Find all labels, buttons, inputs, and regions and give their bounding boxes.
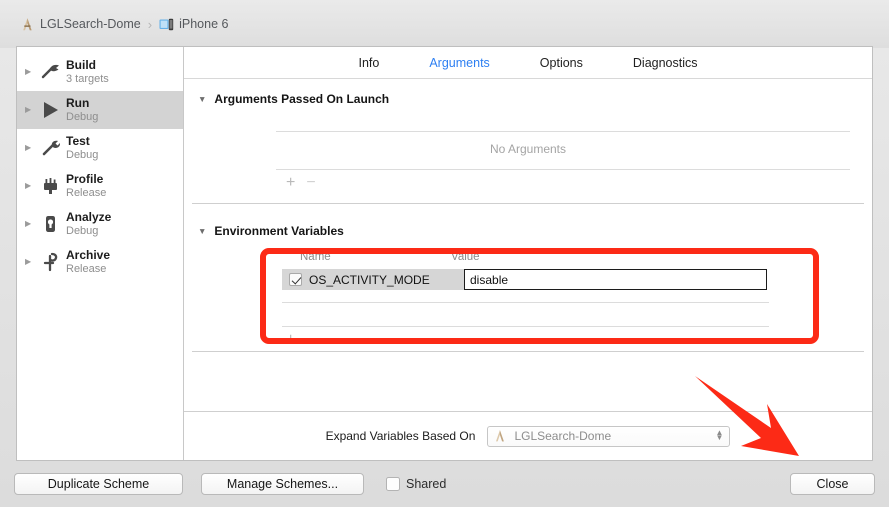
sidebar-item-analyze-subtitle: Debug [66, 225, 99, 238]
disclosure-triangle-icon[interactable]: ▶ [25, 68, 39, 76]
env-enabled-checkbox[interactable] [289, 273, 302, 286]
bottom-button-bar: Duplicate Scheme Manage Schemes... Share… [0, 461, 889, 507]
env-name-cell[interactable]: OS_ACTIVITY_MODE [282, 269, 464, 290]
shared-checkbox-group[interactable]: Shared [386, 477, 446, 491]
disclosure-triangle-icon[interactable]: ▶ [25, 220, 39, 228]
stethoscope-icon [39, 213, 63, 235]
section-divider-rule [192, 203, 864, 204]
sidebar-item-archive-title: Archive [66, 247, 111, 262]
env-column-header-name: Name [300, 251, 331, 263]
env-add-remove-controls: + − [286, 332, 316, 348]
shared-label: Shared [406, 477, 447, 491]
breadcrumb: LGLSearch-Dome › iPhone 6 [20, 17, 228, 32]
environment-section-header[interactable]: ▼ Environment Variables [198, 224, 344, 238]
breadcrumb-device-label: iPhone 6 [179, 17, 229, 31]
disclosure-triangle-icon[interactable]: ▶ [25, 258, 39, 266]
expand-variables-popup-button[interactable]: LGLSearch-Dome ▲ ▼ [487, 425, 731, 447]
gauge-icon [39, 175, 63, 197]
play-icon [39, 99, 63, 121]
environment-section-title: Environment Variables [214, 224, 344, 238]
sidebar-item-archive-subtitle: Release [66, 263, 107, 276]
arguments-table-top-rule [276, 131, 850, 132]
shared-checkbox[interactable] [386, 477, 400, 491]
sidebar-item-run-subtitle: Debug [66, 111, 99, 124]
sidebar-item-archive-text: Archive Release [66, 247, 111, 276]
env-add-button[interactable]: + [286, 332, 295, 348]
wrench-icon [39, 137, 63, 159]
manage-schemes-button[interactable]: Manage Schemes... [201, 473, 364, 495]
scheme-editor-content: Info Arguments Options Diagnostics ▼ Arg… [184, 47, 872, 460]
window-titlebar: LGLSearch-Dome › iPhone 6 [0, 0, 889, 48]
chevron-down-icon: ▼ [715, 433, 724, 442]
tab-info[interactable]: Info [358, 56, 379, 70]
sidebar-item-test-title: Test [66, 133, 90, 148]
xcode-app-icon [20, 17, 35, 32]
env-value-input[interactable]: disable [464, 269, 767, 290]
tab-arguments[interactable]: Arguments [429, 56, 489, 70]
arguments-table-bottom-rule [276, 169, 850, 170]
sidebar-item-test-text: Test Debug [66, 133, 99, 162]
xcode-app-icon [493, 429, 508, 444]
sidebar-item-test[interactable]: ▶ Test Debug [17, 129, 183, 167]
sidebar-item-profile-text: Profile Release [66, 171, 107, 200]
breadcrumb-separator: › [147, 16, 153, 32]
disclosure-triangle-icon[interactable]: ▶ [25, 144, 39, 152]
env-table-row-rule-2 [282, 326, 769, 327]
scheme-editor-window: LGLSearch-Dome › iPhone 6 ▶ Build 3 targ… [0, 0, 889, 507]
arguments-add-button[interactable]: + [286, 175, 295, 191]
sidebar-item-profile-title: Profile [66, 171, 104, 186]
sidebar-item-build-title: Build [66, 57, 96, 72]
sidebar-item-profile-subtitle: Release [66, 187, 107, 200]
disclosure-triangle-icon[interactable]: ▶ [25, 182, 39, 190]
sidebar-item-test-subtitle: Debug [66, 149, 99, 162]
arguments-remove-button[interactable]: − [306, 175, 315, 191]
scheme-actions-sidebar: ▶ Build 3 targets ▶ Run Debug ▶ Test Deb… [17, 47, 184, 460]
expand-variables-row: Expand Variables Based On LGLSearch-Dome… [184, 411, 872, 460]
hammer-icon [39, 61, 63, 83]
duplicate-scheme-button[interactable]: Duplicate Scheme [14, 473, 183, 495]
breadcrumb-device[interactable]: iPhone 6 [159, 17, 228, 31]
breadcrumb-project[interactable]: LGLSearch-Dome [20, 17, 141, 32]
arguments-empty-label: No Arguments [489, 142, 567, 156]
arguments-section-header[interactable]: ▼ Arguments Passed On Launch [198, 92, 389, 106]
section-disclosure-icon[interactable]: ▼ [198, 227, 206, 236]
disclosure-triangle-icon[interactable]: ▶ [25, 106, 39, 114]
archive-icon [39, 251, 63, 273]
sidebar-item-run[interactable]: ▶ Run Debug [17, 91, 183, 129]
tab-options[interactable]: Options [540, 56, 583, 70]
env-table-row-rule-1 [282, 302, 769, 303]
close-button[interactable]: Close [790, 473, 875, 495]
sidebar-item-profile[interactable]: ▶ Profile Release [17, 167, 183, 205]
expand-variables-label: Expand Variables Based On [325, 429, 476, 443]
env-section-bottom-rule [192, 351, 864, 352]
chevron-updown-icon: ▲ ▼ [715, 429, 724, 442]
tab-bar: Info Arguments Options Diagnostics [184, 47, 872, 79]
arguments-pane: ▼ Arguments Passed On Launch No Argument… [184, 79, 872, 460]
sidebar-item-analyze-text: Analyze Debug [66, 209, 112, 238]
sidebar-item-analyze[interactable]: ▶ Analyze Debug [17, 205, 183, 243]
sidebar-item-build-text: Build 3 targets [66, 57, 109, 86]
sidebar-item-run-title: Run [66, 95, 90, 110]
breadcrumb-project-label: LGLSearch-Dome [40, 17, 141, 31]
sidebar-item-analyze-title: Analyze [66, 209, 112, 224]
sidebar-item-build[interactable]: ▶ Build 3 targets [17, 53, 183, 91]
arguments-add-remove-controls: + − [286, 175, 316, 191]
scheme-editor-panel: ▶ Build 3 targets ▶ Run Debug ▶ Test Deb… [16, 46, 873, 461]
table-row[interactable]: OS_ACTIVITY_MODE disable [282, 269, 767, 290]
env-column-header-value: Value [451, 251, 480, 263]
sidebar-item-archive[interactable]: ▶ Archive Release [17, 243, 183, 281]
env-remove-button[interactable]: − [306, 332, 315, 348]
sidebar-item-build-subtitle: 3 targets [66, 73, 109, 86]
sidebar-item-run-text: Run Debug [66, 95, 99, 124]
section-disclosure-icon[interactable]: ▼ [198, 95, 206, 104]
iphone-device-icon [159, 18, 174, 31]
arguments-section-title: Arguments Passed On Launch [214, 92, 390, 106]
env-name-label: OS_ACTIVITY_MODE [309, 272, 430, 287]
tab-diagnostics[interactable]: Diagnostics [633, 56, 698, 70]
expand-variables-selected-value: LGLSearch-Dome [514, 429, 612, 443]
